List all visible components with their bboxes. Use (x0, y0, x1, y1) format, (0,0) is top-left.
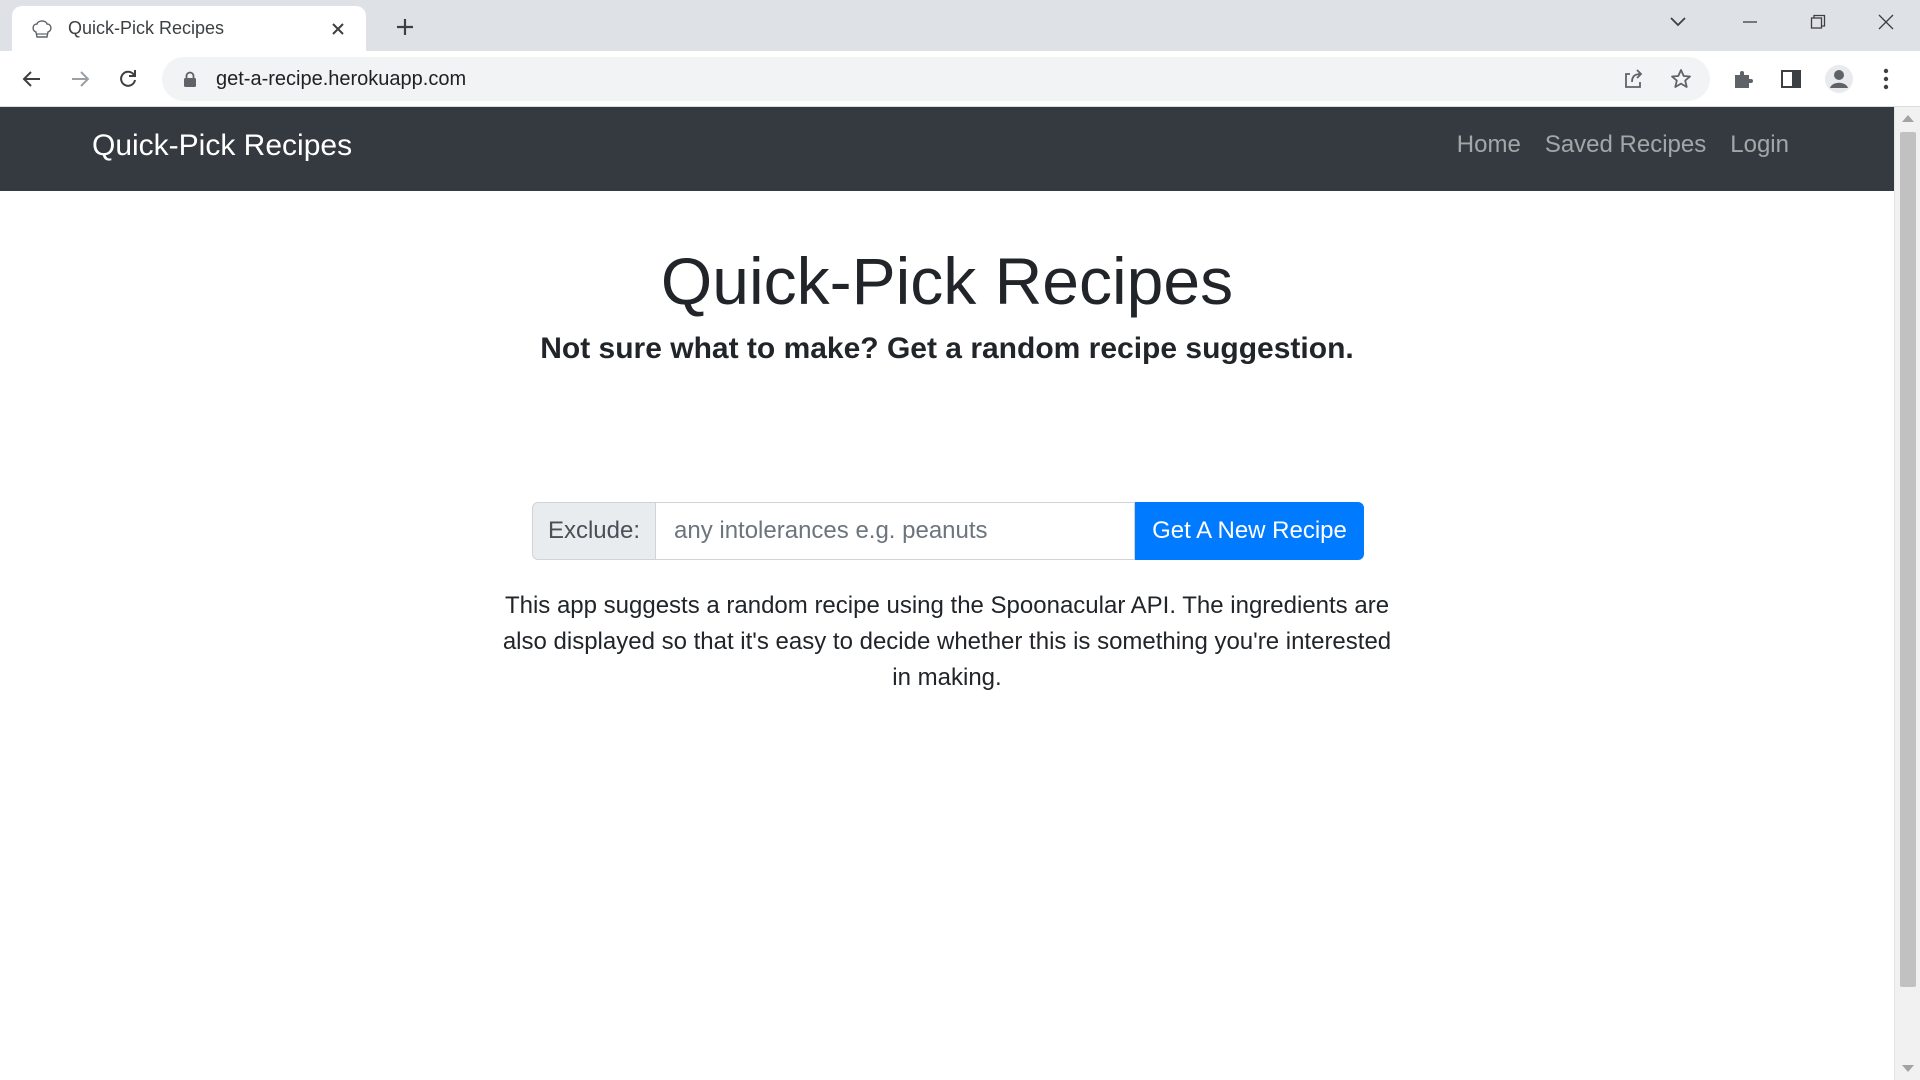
profile-icon[interactable] (1819, 59, 1859, 99)
nav-link-home[interactable]: Home (1457, 131, 1521, 159)
browser-toolbar: get-a-recipe.herokuapp.com (0, 51, 1920, 107)
page-title: Quick-Pick Recipes (660, 244, 1234, 318)
kebab-menu-icon[interactable] (1866, 59, 1906, 99)
close-window-icon[interactable] (1852, 0, 1920, 44)
scroll-down-arrow[interactable] (1902, 1065, 1914, 1072)
url-text: get-a-recipe.herokuapp.com (216, 67, 467, 90)
nav-link-login[interactable]: Login (1730, 131, 1789, 159)
restore-icon[interactable] (1784, 0, 1852, 44)
side-panel-icon[interactable] (1771, 59, 1811, 99)
lock-icon[interactable] (180, 69, 200, 89)
exclude-label: Exclude: (532, 502, 656, 560)
scroll-thumb[interactable] (1900, 132, 1916, 987)
page-subtitle: Not sure what to make? Get a random reci… (540, 332, 1354, 366)
get-new-recipe-button[interactable]: Get A New Recipe (1135, 502, 1364, 560)
share-icon[interactable] (1616, 62, 1650, 96)
address-bar[interactable]: get-a-recipe.herokuapp.com (162, 57, 1710, 101)
plus-icon[interactable] (388, 10, 422, 44)
nav-link-saved-recipes[interactable]: Saved Recipes (1545, 131, 1706, 159)
page-viewport: Quick-Pick Recipes Home Saved Recipes Lo… (0, 107, 1920, 1080)
arrow-left-icon[interactable] (12, 59, 52, 99)
tab-title: Quick-Pick Recipes (68, 18, 225, 38)
site-navbar: Quick-Pick Recipes Home Saved Recipes Lo… (0, 107, 1894, 191)
main-content: Quick-Pick Recipes Not sure what to make… (0, 191, 1894, 691)
chef-hat-icon (30, 17, 54, 41)
reload-icon[interactable] (108, 59, 148, 99)
tab-strip: Quick-Pick Recipes (0, 0, 1920, 51)
chevron-down-icon[interactable] (1660, 4, 1696, 40)
close-icon[interactable] (324, 15, 352, 43)
minimize-icon[interactable] (1716, 0, 1784, 44)
vertical-scrollbar[interactable] (1894, 107, 1920, 1080)
exclude-form: Exclude: Get A New Recipe (532, 502, 1364, 560)
star-icon[interactable] (1664, 62, 1698, 96)
app-description: This app suggests a random recipe using … (502, 592, 1392, 691)
scroll-up-arrow[interactable] (1902, 115, 1914, 122)
arrow-right-icon[interactable] (60, 59, 100, 99)
navbar-brand[interactable]: Quick-Pick Recipes (92, 129, 352, 163)
exclude-input[interactable] (656, 502, 1135, 560)
puzzle-icon[interactable] (1723, 59, 1763, 99)
window-controls (1716, 0, 1920, 44)
browser-tab[interactable]: Quick-Pick Recipes (12, 6, 366, 51)
omnibox-actions (1616, 57, 1698, 101)
nav-links: Home Saved Recipes Login (1457, 131, 1789, 159)
